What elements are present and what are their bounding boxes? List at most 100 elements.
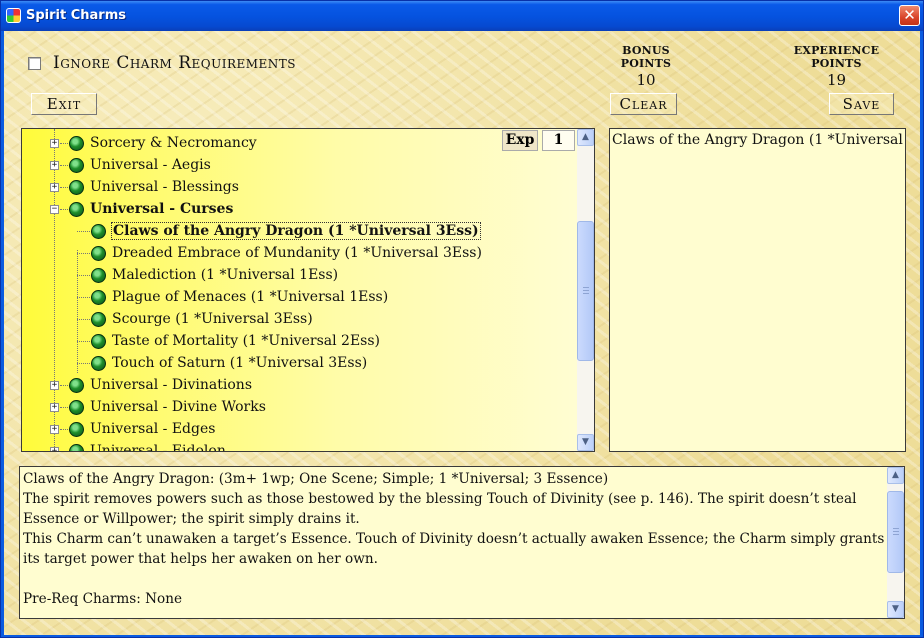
tree-node-edges[interactable]: Universal - Edges: [69, 418, 215, 440]
scroll-thumb[interactable]: [887, 491, 904, 573]
tree-node-divinations[interactable]: Universal - Divinations: [69, 374, 252, 396]
tree-line: [60, 209, 68, 210]
tree-node-curses[interactable]: Universal - Curses: [69, 198, 233, 220]
bonus-points-value: 10: [636, 71, 656, 89]
gem-icon: [69, 135, 84, 151]
grip-line: [583, 290, 589, 291]
description-text: Claws of the Angry Dragon: (3m+ 1wp; One…: [23, 469, 889, 609]
scroll-thumb[interactable]: [577, 221, 594, 361]
collapse-icon[interactable]: −: [50, 205, 59, 214]
tree-line: [60, 429, 68, 430]
tree-node-plague[interactable]: Plague of Menaces (1 *Universal 1Ess): [91, 286, 388, 308]
ignore-requirements-checkbox[interactable]: [28, 56, 41, 70]
tree-node-taste-of-mortality[interactable]: Taste of Mortality (1 *Universal 2Ess): [91, 330, 380, 352]
tree-node-label: Malediction (1 *Universal 1Ess): [112, 267, 339, 283]
tree-line: [77, 231, 90, 232]
charm-description[interactable]: Claws of the Angry Dragon: (3m+ 1wp; One…: [19, 466, 905, 619]
exp-value-field[interactable]: 1: [542, 130, 575, 151]
tree-line: [60, 385, 68, 386]
client-area: Ignore Charm Requirements BONUS POINTS 1…: [4, 31, 920, 635]
tree-line: [77, 253, 90, 254]
experience-points: EXPERIENCE POINTS 19: [769, 44, 904, 89]
tree-node-label: Claws of the Angry Dragon (1 *Universal …: [111, 222, 481, 240]
close-icon: ✕: [903, 6, 916, 24]
tree-node-label: Universal - Curses: [90, 201, 234, 217]
gem-icon: [69, 157, 84, 173]
gem-icon: [69, 443, 84, 451]
scroll-down-button[interactable]: ▼: [577, 434, 594, 451]
close-button[interactable]: ✕: [899, 5, 920, 26]
title-bar[interactable]: Spirit Charms ✕: [1, 1, 923, 31]
grip-line: [583, 287, 589, 288]
tree-node-aegis[interactable]: Universal - Aegis: [69, 154, 211, 176]
experience-points-value: 19: [826, 71, 847, 89]
tree-line: [60, 187, 68, 188]
tree-node-label: Universal - Blessings: [90, 179, 239, 195]
tree-node-label: Taste of Mortality (1 *Universal 2Ess): [112, 333, 380, 349]
selected-charm-item[interactable]: Claws of the Angry Dragon (1 *Universal …: [612, 132, 905, 148]
gem-icon: [91, 223, 106, 239]
tree-node-touch-of-saturn[interactable]: Touch of Saturn (1 *Universal 3Ess): [91, 352, 367, 374]
expand-icon[interactable]: +: [50, 381, 59, 390]
tree-line: [77, 319, 90, 320]
tree-node-label: Dreaded Embrace of Mundanity (1 *Univers…: [112, 245, 482, 261]
expand-icon[interactable]: +: [50, 183, 59, 192]
tree-node-label: Universal - Divine Works: [90, 399, 266, 415]
gem-icon: [69, 399, 84, 415]
tree-line: [77, 275, 90, 276]
gem-icon: [69, 421, 84, 437]
description-line: This Charm can’t unawaken a target’s Ess…: [23, 531, 885, 567]
tree-node-eidolon[interactable]: Universal - Eidolon: [69, 440, 226, 451]
expand-icon[interactable]: +: [50, 425, 59, 434]
bonus-points-label: BONUS POINTS: [620, 44, 672, 70]
clear-button[interactable]: Clear: [610, 93, 677, 115]
bonus-points: BONUS POINTS 10: [596, 44, 696, 89]
tree-node-dreaded-embrace[interactable]: Dreaded Embrace of Mundanity (1 *Univers…: [91, 242, 482, 264]
gem-icon: [91, 289, 106, 305]
gem-icon: [91, 333, 106, 349]
chevron-up-icon: ▲: [582, 132, 589, 142]
expand-icon[interactable]: +: [50, 161, 59, 170]
charm-tree-content: + Sorcery & Necromancy + Universal - Aeg…: [22, 129, 578, 451]
tree-node-label: Universal - Aegis: [90, 157, 211, 173]
gem-icon: [69, 179, 84, 195]
tree-node-label: Universal - Edges: [90, 421, 216, 437]
tree-node-label: Plague of Menaces (1 *Universal 1Ess): [112, 289, 389, 305]
gem-icon: [91, 267, 106, 283]
description-line: [23, 569, 889, 589]
tree-line: [60, 407, 68, 408]
tree-node-label: Touch of Saturn (1 *Universal 3Ess): [112, 355, 368, 371]
tree-line: [60, 143, 68, 144]
expand-icon[interactable]: +: [50, 139, 59, 148]
scroll-down-button[interactable]: ▼: [887, 601, 904, 618]
tree-scrollbar[interactable]: ▲ ▼: [577, 129, 594, 451]
tree-node-sorcery[interactable]: Sorcery & Necromancy: [69, 132, 257, 154]
scroll-up-button[interactable]: ▲: [887, 467, 904, 484]
description-line: The spirit removes powers such as those …: [23, 491, 857, 527]
tree-node-blessings[interactable]: Universal - Blessings: [69, 176, 239, 198]
charm-tree[interactable]: + Sorcery & Necromancy + Universal - Aeg…: [21, 128, 595, 452]
exit-button[interactable]: Exit: [31, 93, 97, 115]
gem-icon: [91, 311, 106, 327]
tree-node-malediction[interactable]: Malediction (1 *Universal 1Ess): [91, 264, 338, 286]
description-scrollbar[interactable]: ▲ ▼: [887, 467, 904, 618]
window-title: Spirit Charms: [26, 8, 126, 23]
scroll-up-button[interactable]: ▲: [577, 129, 594, 146]
tree-line: [77, 363, 90, 364]
description-line: Pre-Req Charms: None: [23, 591, 182, 607]
app-icon: [6, 8, 21, 23]
tree-node-divine-works[interactable]: Universal - Divine Works: [69, 396, 266, 418]
tree-line: [60, 165, 68, 166]
save-button[interactable]: Save: [829, 93, 894, 115]
grip-line: [893, 528, 899, 529]
expand-icon[interactable]: +: [50, 447, 59, 451]
expand-icon[interactable]: +: [50, 403, 59, 412]
grip-line: [893, 531, 899, 532]
ignore-requirements-option[interactable]: Ignore Charm Requirements: [28, 53, 296, 73]
description-line: Claws of the Angry Dragon: (3m+ 1wp; One…: [23, 471, 609, 487]
selected-charms-list[interactable]: Claws of the Angry Dragon (1 *Universal …: [609, 128, 906, 452]
tree-line: [77, 250, 78, 373]
tree-node-claws[interactable]: Claws of the Angry Dragon (1 *Universal …: [91, 220, 481, 242]
tree-line: [60, 451, 68, 452]
tree-node-scourge[interactable]: Scourge (1 *Universal 3Ess): [91, 308, 313, 330]
